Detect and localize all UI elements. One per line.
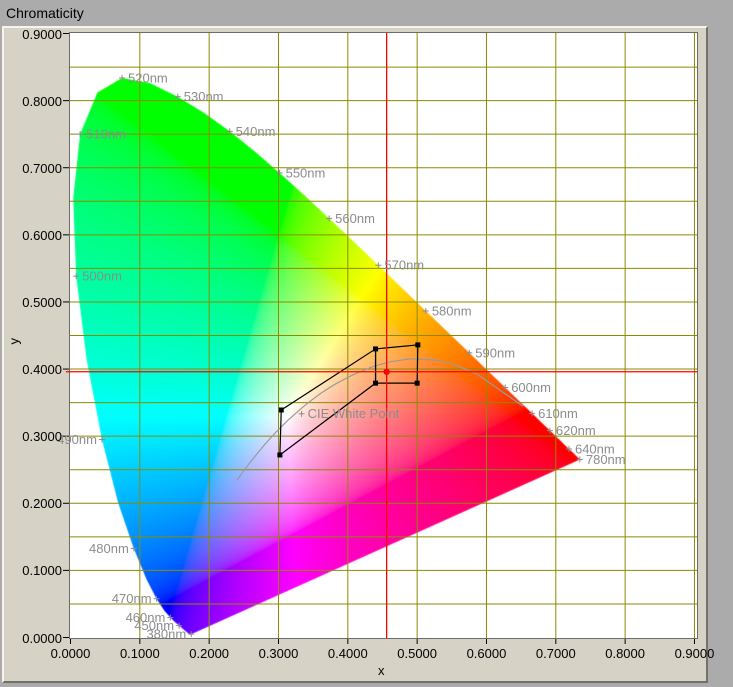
plot-area[interactable] bbox=[69, 32, 698, 639]
x-axis-tick-label: 0.6000 bbox=[454, 646, 518, 661]
y-axis-tick-label: 0.9000 bbox=[10, 27, 62, 42]
chromaticity-window: Chromaticity CIE White Point380nm450nm46… bbox=[0, 0, 733, 687]
x-axis-tick-label: 0.3000 bbox=[246, 646, 310, 661]
x-axis-tick-label: 0.9000 bbox=[662, 646, 726, 661]
x-axis-tick-label: 0.5000 bbox=[385, 646, 449, 661]
y-axis-name: y bbox=[7, 329, 22, 345]
x-axis-tick-label: 0.8000 bbox=[593, 646, 657, 661]
y-axis-tick-label: 0.5000 bbox=[10, 295, 62, 310]
y-axis-tick-label: 0.6000 bbox=[10, 228, 62, 243]
x-axis-tick-label: 0.4000 bbox=[316, 646, 380, 661]
y-axis-tick-label: 0.1000 bbox=[10, 563, 62, 578]
y-axis-tick-label: 0.4000 bbox=[10, 362, 62, 377]
y-axis-tick-label: 0.8000 bbox=[10, 94, 62, 109]
x-axis-tick-label: 0.7000 bbox=[524, 646, 588, 661]
y-axis-tick-label: 0.0000 bbox=[10, 631, 62, 646]
y-axis-tick-label: 0.2000 bbox=[10, 496, 62, 511]
chromaticity-gamut-canvas bbox=[70, 33, 697, 638]
x-axis-tick-label: 0.0000 bbox=[39, 646, 103, 661]
x-axis-tick-label: 0.2000 bbox=[177, 646, 241, 661]
x-axis-tick-label: 0.1000 bbox=[108, 646, 172, 661]
x-axis-name: x bbox=[378, 663, 385, 678]
y-axis-tick-label: 0.3000 bbox=[10, 429, 62, 444]
y-axis-tick-label: 0.7000 bbox=[10, 161, 62, 176]
window-title: Chromaticity bbox=[6, 5, 84, 21]
